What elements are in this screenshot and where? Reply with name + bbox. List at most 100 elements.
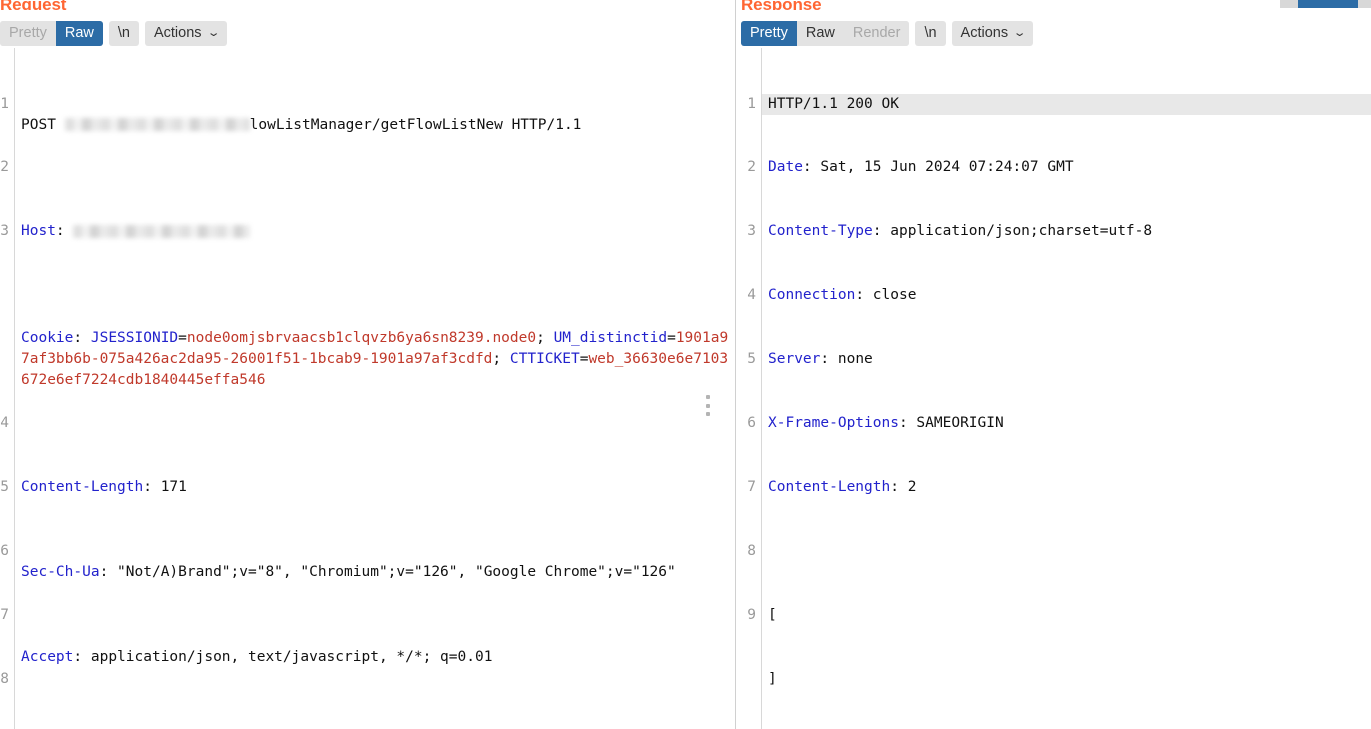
response-view-mode-group[interactable]: Pretty Raw Render bbox=[741, 20, 910, 46]
response-body-line: [ bbox=[768, 605, 1371, 626]
header-line: X-Frame-Options: SAMEORIGIN bbox=[768, 415, 1004, 432]
header-name: Content-Length bbox=[768, 478, 891, 495]
header-line: Content-Length: 171 bbox=[21, 478, 187, 495]
request-line-numbers: 1 2 3 4 5 6 7 8 9 10 11 12 13 14 15 16 bbox=[0, 48, 15, 729]
response-message-body[interactable]: HTTP/1.1 200 OK Date: Sat, 15 Jun 2024 0… bbox=[762, 48, 1371, 729]
header-line: Content-Type: application/json;charset=u… bbox=[768, 223, 1153, 240]
line-number: 3 bbox=[747, 223, 756, 240]
header-name: Cookie bbox=[21, 329, 74, 346]
http-message-viewer: Request Pretty Raw \n Actions ⌄ 1 2 3 4 … bbox=[0, 0, 1371, 729]
header-name: X-Frame-Options bbox=[768, 415, 899, 432]
http-version: HTTP/1.1 bbox=[511, 116, 582, 133]
header-name: Connection bbox=[768, 287, 856, 304]
header-value: none bbox=[837, 351, 873, 368]
header-value: close bbox=[872, 287, 917, 304]
line-number: 8 bbox=[747, 542, 756, 559]
status-line-text: HTTP/1.1 200 OK bbox=[768, 95, 899, 112]
header-name: Server bbox=[768, 351, 821, 368]
header-line: Date: Sat, 15 Jun 2024 07:24:07 GMT bbox=[768, 159, 1074, 176]
request-editor[interactable]: 1 2 3 4 5 6 7 8 9 10 11 12 13 14 15 16 bbox=[0, 48, 735, 729]
request-actions-button[interactable]: Actions ⌄ bbox=[144, 20, 227, 46]
chevron-down-icon: ⌄ bbox=[206, 26, 221, 39]
top-right-active-chip[interactable] bbox=[1298, 0, 1358, 8]
cookie-key: JSESSIONID bbox=[90, 329, 179, 346]
cookie-key: CTTICKET bbox=[509, 351, 580, 368]
line-number: 1 bbox=[0, 95, 9, 112]
response-pane-title: Response bbox=[741, 0, 822, 10]
cookie-value: node0omjsbrvaacsb1clqvzb6ya6sn8239.node0 bbox=[186, 329, 537, 346]
line-number: 7 bbox=[747, 478, 756, 495]
header-line: Server: none bbox=[768, 351, 873, 368]
header-value: 171 bbox=[160, 478, 187, 495]
header-value: "Not/A)Brand";v="8", "Chromium";v="126",… bbox=[117, 564, 676, 581]
line-number: 9 bbox=[747, 606, 756, 623]
json-bracket-close: ] bbox=[768, 670, 777, 687]
json-bracket-open: [ bbox=[768, 606, 777, 623]
line-number-cont bbox=[0, 349, 9, 370]
cookie-key: UM_distinctid bbox=[553, 329, 668, 346]
response-toolbar: Pretty Raw Render \n Actions ⌄ bbox=[736, 18, 1371, 48]
request-line: POST lowListManager/getFlowListNew HTTP/… bbox=[21, 115, 735, 136]
header-name: Content-Length bbox=[21, 478, 144, 495]
chevron-down-icon: ⌄ bbox=[1012, 26, 1027, 39]
header-name: Accept bbox=[21, 649, 74, 666]
response-editor[interactable]: 1 2 3 4 5 6 7 8 9 HTTP/1.1 200 OK Date: … bbox=[736, 48, 1371, 729]
header-name: Date bbox=[768, 159, 803, 176]
request-pane-title: Request bbox=[0, 0, 67, 10]
request-tab-pretty[interactable]: Pretty bbox=[0, 20, 56, 46]
request-actions-label: Actions bbox=[153, 25, 202, 41]
request-tab-raw[interactable]: Raw bbox=[55, 20, 103, 46]
grip-dot bbox=[705, 412, 710, 416]
response-status-line: HTTP/1.1 200 OK bbox=[762, 93, 1371, 115]
line-number: 3 bbox=[0, 223, 9, 240]
response-tab-raw[interactable]: Raw bbox=[796, 20, 844, 46]
line-number: 7 bbox=[0, 606, 9, 623]
line-number: 5 bbox=[0, 478, 9, 495]
request-message-body[interactable]: POST lowListManager/getFlowListNew HTTP/… bbox=[15, 48, 735, 729]
header-value: SAMEORIGIN bbox=[916, 415, 1004, 432]
line-number bbox=[736, 669, 756, 690]
response-tab-pretty[interactable]: Pretty bbox=[741, 20, 797, 46]
header-name: Content-Type bbox=[768, 223, 873, 240]
response-body-line: ] bbox=[768, 669, 1371, 690]
line-number: 2 bbox=[747, 159, 756, 176]
header-line: Accept: application/json, text/javascrip… bbox=[21, 649, 493, 666]
line-number-cont bbox=[0, 285, 9, 306]
header-name: Sec-Ch-Ua bbox=[21, 564, 100, 581]
line-number: 4 bbox=[0, 415, 9, 432]
header-line-cookie: Cookie: JSESSIONID=node0omjsbrvaacsb1clq… bbox=[21, 329, 729, 389]
response-tab-render[interactable]: Render bbox=[843, 20, 910, 46]
header-name: Host bbox=[21, 223, 56, 240]
response-actions-button[interactable]: Actions ⌄ bbox=[951, 20, 1034, 46]
header-value: application/json, text/javascript, */*; … bbox=[90, 649, 493, 666]
request-newline-button[interactable]: \n bbox=[108, 20, 139, 46]
request-view-mode-group[interactable]: Pretty Raw bbox=[0, 20, 103, 46]
grip-dot bbox=[705, 395, 710, 399]
header-line: Connection: close bbox=[768, 287, 917, 304]
line-number: 1 bbox=[747, 95, 756, 112]
response-newline-button[interactable]: \n bbox=[915, 20, 946, 46]
redacted-host bbox=[73, 224, 251, 238]
header-line: Content-Length: 2 bbox=[768, 478, 917, 495]
line-number: 8 bbox=[0, 670, 9, 687]
redacted-host-path bbox=[64, 118, 250, 132]
line-number: 2 bbox=[0, 159, 9, 176]
response-actions-label: Actions bbox=[960, 25, 1009, 41]
header-value: Sat, 15 Jun 2024 07:24:07 GMT bbox=[820, 159, 1074, 176]
request-path-suffix: lowListManager/getFlowListNew bbox=[249, 116, 503, 133]
grip-dot bbox=[705, 403, 710, 408]
header-line: Host: bbox=[21, 221, 735, 242]
pane-resize-grip[interactable] bbox=[703, 395, 712, 416]
header-line: Sec-Ch-Ua: "Not/A)Brand";v="8", "Chromiu… bbox=[21, 564, 676, 581]
header-value: application/json;charset=utf-8 bbox=[890, 223, 1153, 240]
header-value: 2 bbox=[907, 478, 917, 495]
line-number: 6 bbox=[747, 415, 756, 432]
http-method: POST bbox=[21, 116, 56, 133]
response-line-numbers: 1 2 3 4 5 6 7 8 9 bbox=[736, 48, 762, 729]
request-pane: Request Pretty Raw \n Actions ⌄ 1 2 3 4 … bbox=[0, 0, 735, 729]
line-number: 6 bbox=[0, 542, 9, 559]
line-number: 5 bbox=[747, 351, 756, 368]
line-number: 4 bbox=[747, 287, 756, 304]
response-pane: Response Pretty Raw Render \n Actions ⌄ … bbox=[736, 0, 1371, 729]
